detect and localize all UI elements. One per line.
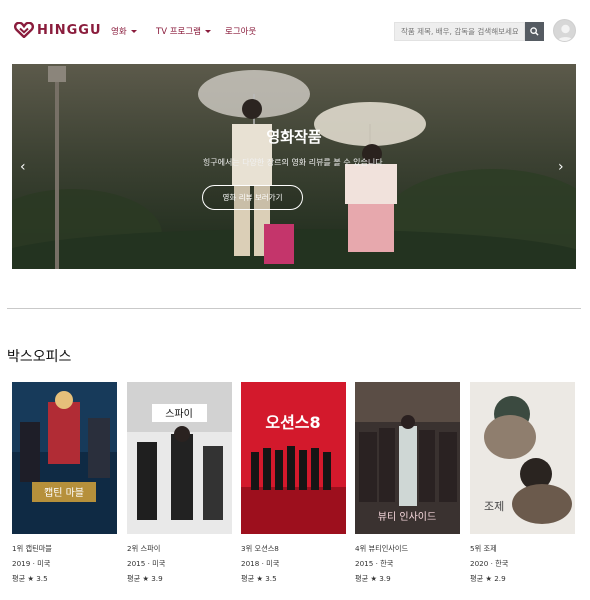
hero-cta-button[interactable]: 영화 리뷰 보러가기 xyxy=(202,185,303,210)
svg-text:뷰티 인사이드: 뷰티 인사이드 xyxy=(378,511,436,523)
movie-poster[interactable]: 뷰티 인사이드 xyxy=(355,382,460,534)
movie-card[interactable]: 조제 5위 조제 2020 · 한국 평균 ★ 2.9 xyxy=(470,382,575,582)
hero-subtitle: 힝구에서는 다양한 장르의 영화 리뷰를 볼 수 있습니다. xyxy=(202,158,386,167)
movie-card[interactable]: 캡틴 마블 1위 캡틴마블 2019 · 미국 평균 ★ 3.5 xyxy=(12,382,117,582)
hero-banner: 영화작품 힝구에서는 다양한 장르의 영화 리뷰를 볼 수 있습니다. 영화 리… xyxy=(12,64,576,269)
movie-poster-image: 조제 xyxy=(470,382,575,534)
brand-name: HINGGU xyxy=(37,22,102,38)
movie-poster[interactable]: 오션스8 xyxy=(241,382,346,534)
heart-logo-icon xyxy=(14,22,34,38)
user-avatar[interactable] xyxy=(553,19,576,42)
top-navbar: HINGGU 영화 TV 프로그램 로그아웃 xyxy=(0,0,590,62)
movie-poster-image: 오션스8 xyxy=(241,382,346,534)
svg-text:조제: 조제 xyxy=(484,500,504,513)
movie-year-country: 2018 · 미국 xyxy=(241,559,280,568)
svg-text:캡틴 마블: 캡틴 마블 xyxy=(44,487,84,499)
movie-card[interactable]: 뷰티 인사이드 4위 뷰티인사이드 2015 · 한국 평균 ★ 3.9 xyxy=(355,382,460,582)
movie-poster-image: 캡틴 마블 xyxy=(12,382,117,534)
movie-rating: 평균 ★ 3.5 xyxy=(12,574,48,583)
search-bar xyxy=(394,22,544,41)
movie-poster[interactable]: 조제 xyxy=(470,382,575,534)
movie-year-country: 2015 · 미국 xyxy=(127,559,166,568)
svg-text:오션스8: 오션스8 xyxy=(265,413,320,432)
caret-down-icon xyxy=(205,30,211,33)
chevron-right-icon[interactable]: › xyxy=(558,159,564,175)
nav-movies-dropdown[interactable]: 영화 xyxy=(111,25,137,37)
nav-tv-label: TV 프로그램 xyxy=(156,27,201,37)
movie-rating: 평균 ★ 3.9 xyxy=(127,574,163,583)
search-icon xyxy=(530,27,539,36)
hero-title: 영화작품 xyxy=(266,128,322,146)
movie-title: 3위 오션스8 xyxy=(241,544,279,553)
movie-year-country: 2019 · 미국 xyxy=(12,559,51,568)
nav-movies-label: 영화 xyxy=(111,27,127,37)
movie-poster-image: 뷰티 인사이드 xyxy=(355,382,460,534)
movie-title: 2위 스파이 xyxy=(127,544,161,553)
brand-logo[interactable]: HINGGU xyxy=(14,22,102,38)
movie-card[interactable]: 스파이 2위 스파이 2015 · 미국 평균 ★ 3.9 xyxy=(127,382,232,582)
movie-rating: 평균 ★ 3.5 xyxy=(241,574,277,583)
search-input[interactable] xyxy=(394,22,525,41)
movie-title: 4위 뷰티인사이드 xyxy=(355,544,409,553)
user-icon xyxy=(557,24,574,41)
movie-year-country: 2015 · 한국 xyxy=(355,559,394,568)
movie-title: 1위 캡틴마블 xyxy=(12,544,52,553)
box-office-title: 박스오피스 xyxy=(7,349,72,365)
section-divider xyxy=(7,308,581,309)
nav-logout-label: 로그아웃 xyxy=(225,27,257,37)
chevron-left-icon[interactable]: ‹ xyxy=(20,159,26,175)
movie-year-country: 2020 · 한국 xyxy=(470,559,509,568)
movie-rating: 평균 ★ 3.9 xyxy=(355,574,391,583)
nav-logout-link[interactable]: 로그아웃 xyxy=(225,25,256,37)
movie-poster[interactable]: 캡틴 마블 xyxy=(12,382,117,534)
movie-rating: 평균 ★ 2.9 xyxy=(470,574,506,583)
movie-title: 5위 조제 xyxy=(470,544,497,553)
movie-poster[interactable]: 스파이 xyxy=(127,382,232,534)
svg-text:스파이: 스파이 xyxy=(165,408,193,420)
search-button[interactable] xyxy=(525,22,544,41)
movie-poster-image: 스파이 xyxy=(127,382,232,534)
caret-down-icon xyxy=(130,30,137,33)
nav-tv-dropdown[interactable]: TV 프로그램 xyxy=(156,25,211,37)
movie-card[interactable]: 오션스8 3위 오션스8 2018 · 미국 평균 ★ 3.5 xyxy=(241,382,346,582)
